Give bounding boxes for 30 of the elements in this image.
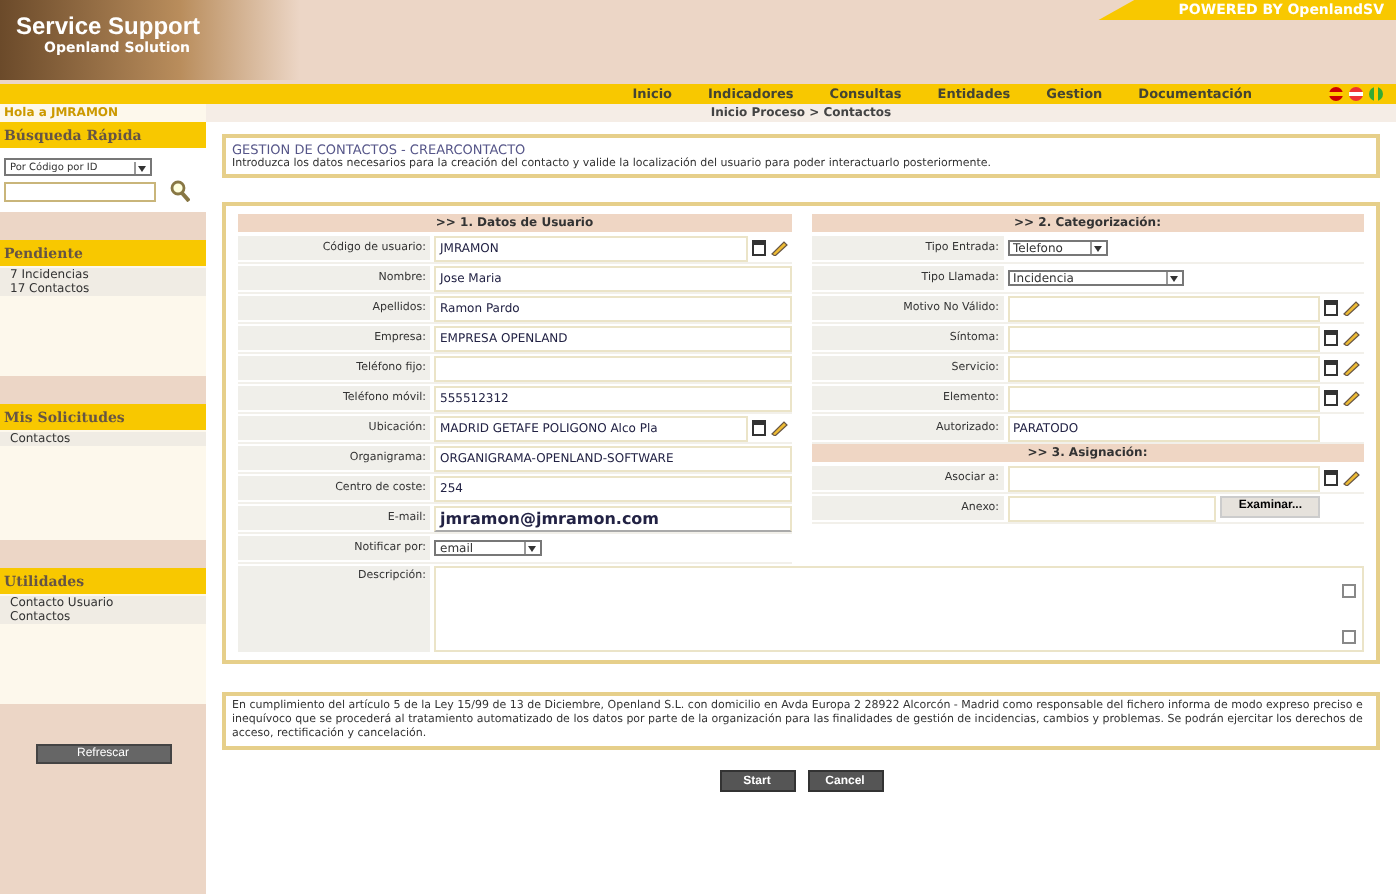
search-field[interactable] xyxy=(4,182,156,202)
dropdown-icon xyxy=(524,542,538,554)
flag-icon[interactable] xyxy=(1348,86,1364,102)
dropdown-icon xyxy=(1089,242,1103,254)
scroll-down-icon[interactable] xyxy=(1342,630,1356,644)
calendar-icon[interactable] xyxy=(1324,470,1338,486)
file-field[interactable] xyxy=(1007,495,1217,521)
input-field[interactable] xyxy=(1007,465,1320,491)
calendar-icon[interactable] xyxy=(751,240,765,256)
input-field[interactable]: jmramon@jmramon.com xyxy=(434,505,791,531)
dropdown-icon xyxy=(1165,272,1179,284)
calendar-icon[interactable] xyxy=(1324,330,1338,346)
flag-icon[interactable] xyxy=(1328,86,1344,102)
input-field[interactable] xyxy=(1007,355,1320,381)
description-field[interactable] xyxy=(434,566,1364,652)
calendar-icon[interactable] xyxy=(1324,390,1338,406)
input-field[interactable] xyxy=(1007,295,1320,321)
pencil-icon[interactable] xyxy=(1342,470,1360,486)
search-icon[interactable] xyxy=(170,180,190,202)
input-field[interactable] xyxy=(1007,325,1320,351)
pencil-icon[interactable] xyxy=(769,420,787,436)
input-field[interactable] xyxy=(434,355,791,381)
calendar-icon[interactable] xyxy=(1324,360,1338,376)
calendar-icon[interactable] xyxy=(751,420,765,436)
scroll-up-icon[interactable] xyxy=(1342,584,1356,598)
calendar-icon[interactable] xyxy=(1324,300,1338,316)
logo-title: Service Support xyxy=(16,12,203,40)
pencil-icon[interactable] xyxy=(769,240,787,256)
dropdown-icon xyxy=(134,161,148,173)
input-field[interactable] xyxy=(1007,385,1320,411)
